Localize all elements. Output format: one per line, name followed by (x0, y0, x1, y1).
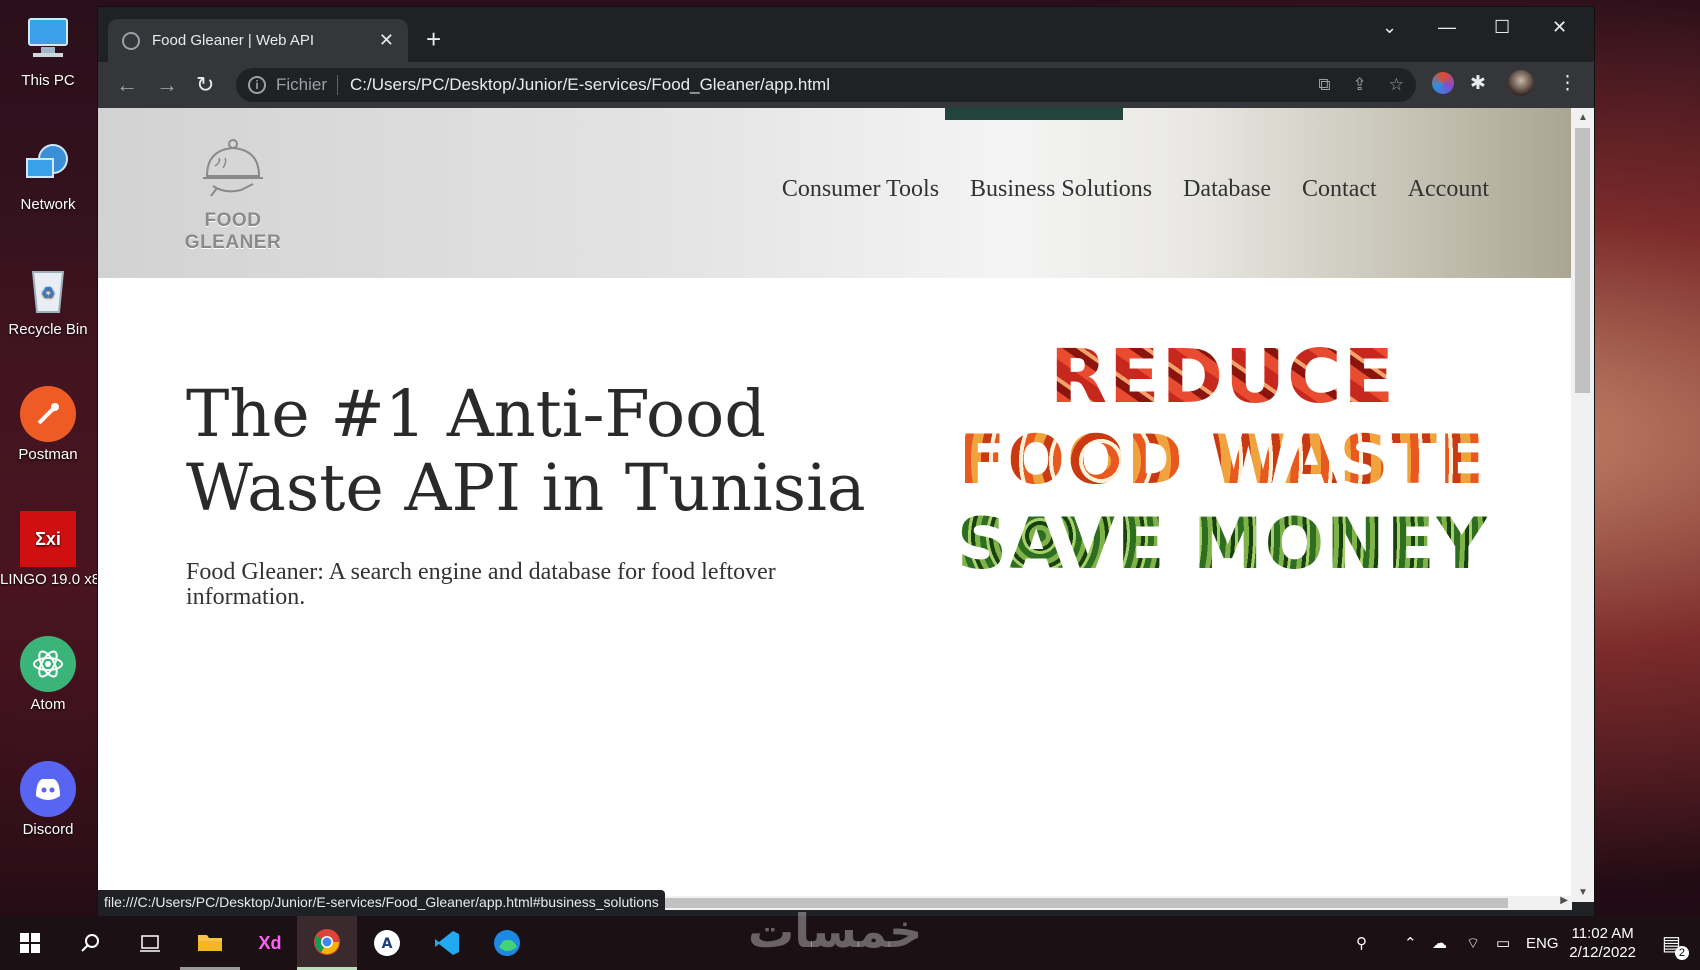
people-icon[interactable]: ⚲ (1356, 916, 1367, 970)
clock-time: 11:02 AM (1571, 925, 1634, 942)
taskbar: Xd A خمسات ⚲ ⌃ ☁ ⌔ ▭ ENG 11:02 AM 2/12/2… (0, 904, 1700, 970)
back-arrow-icon[interactable]: ← (116, 72, 138, 98)
vscode-icon[interactable] (417, 916, 477, 970)
recycle-bin-icon: ♻ (20, 261, 76, 317)
nav-consumer-tools[interactable]: Consumer Tools (782, 176, 939, 203)
bookmark-star-icon[interactable]: ☆ (1389, 75, 1404, 95)
extensions-puzzle-icon[interactable]: ✱ (1470, 72, 1486, 95)
desktop-icon-network[interactable]: Network (0, 136, 96, 213)
search-icon[interactable] (60, 916, 120, 970)
forward-arrow-icon[interactable]: → (156, 72, 178, 98)
desktop-icon-postman[interactable]: Postman (0, 386, 96, 463)
svg-text:♻: ♻ (41, 283, 55, 302)
banner-line-food-waste: FOOD WASTE (918, 418, 1528, 504)
postman-icon (20, 386, 76, 442)
clock[interactable]: 11:02 AM 2/12/2022 (1569, 924, 1636, 962)
cloche-icon (203, 139, 263, 197)
browser-toolbar: ← → ↻ i Fichier C:/Users/PC/Desktop/Juni… (98, 62, 1594, 108)
scroll-right-arrow-icon[interactable]: ▶ (1560, 895, 1568, 906)
scroll-down-arrow-icon[interactable]: ▼ (1578, 887, 1588, 898)
desktop-icon-lingo[interactable]: Σxi LINGO 19.0 x86 (0, 511, 108, 588)
tab-food-gleaner[interactable]: Food Gleaner | Web API ✕ (108, 19, 408, 62)
language-indicator[interactable]: ENG (1526, 916, 1559, 970)
app-icon[interactable]: A (357, 916, 417, 970)
khamsat-watermark: خمسات (748, 904, 923, 958)
translate-icon[interactable]: ⧉ (1318, 75, 1330, 95)
status-bubble: file:///C:/Users/PC/Desktop/Junior/E-ser… (98, 890, 665, 914)
omnibox-separator (337, 75, 339, 95)
lingo-icon: Σxi (20, 511, 76, 567)
close-window-button[interactable]: ✕ (1552, 17, 1567, 38)
tab-close-icon[interactable]: ✕ (379, 30, 394, 51)
tab-strip: Food Gleaner | Web API ✕ + ⌄ — ☐ ✕ (98, 7, 1594, 62)
chrome-icon[interactable] (297, 916, 357, 970)
new-tab-button[interactable]: + (426, 24, 441, 55)
tab-title: Food Gleaner | Web API (152, 32, 315, 49)
nav-business-solutions[interactable]: Business Solutions (970, 176, 1152, 203)
banner-line-save-money: SAVE MONEY (918, 504, 1528, 584)
menu-kebab-icon[interactable]: ⋮ (1558, 72, 1577, 95)
site-info-icon[interactable]: i (248, 76, 266, 94)
start-icon[interactable] (0, 916, 60, 970)
share-icon[interactable]: ⇪ (1353, 75, 1367, 95)
horizontal-scroll-thumb[interactable] (560, 898, 1508, 908)
security-label: Fichier (276, 75, 328, 94)
horizontal-scrollbar[interactable]: ▶ (560, 895, 1572, 910)
scroll-up-arrow-icon[interactable]: ▲ (1578, 112, 1588, 123)
banner-line-reduce: REDUCE (918, 336, 1528, 418)
battery-icon[interactable]: ▭ (1496, 916, 1510, 970)
tray-overflow-chevron-icon[interactable]: ⌃ (1404, 916, 1417, 970)
page-viewport: FOOD GLEANER Consumer Tools Business Sol… (98, 108, 1571, 902)
nav-contact[interactable]: Contact (1302, 176, 1377, 203)
desktop-icon-discord[interactable]: Discord (0, 761, 96, 838)
vertical-scrollbar[interactable]: ▲ ▼ (1571, 108, 1594, 902)
desktop-icon-this-pc[interactable]: This PC (0, 12, 96, 89)
address-bar[interactable]: i Fichier C:/Users/PC/Desktop/Junior/E-s… (236, 68, 1416, 102)
profile-avatar[interactable] (1508, 70, 1534, 102)
reload-icon[interactable]: ↻ (196, 72, 214, 98)
active-nav-indicator (945, 108, 1123, 120)
task-view-icon[interactable] (120, 916, 180, 970)
tab-search-button[interactable]: ⌄ (1382, 17, 1397, 38)
notifications-count-badge: 2 (1674, 945, 1689, 960)
desktop-icon-recycle-bin[interactable]: ♻ Recycle Bin (0, 261, 96, 338)
notifications-icon[interactable]: ▤ 2 (1662, 916, 1689, 970)
desktop-icon-atom[interactable]: Atom (0, 636, 96, 713)
nav-database[interactable]: Database (1183, 176, 1271, 203)
site-header: FOOD GLEANER Consumer Tools Business Sol… (98, 108, 1571, 278)
site-logo[interactable]: FOOD GLEANER (158, 136, 308, 254)
reduce-waste-banner: REDUCE FOOD WASTE SAVE MONEY (918, 336, 1528, 584)
atom-icon (20, 636, 76, 692)
logo-text: FOOD GLEANER (184, 210, 282, 253)
url-text[interactable]: C:/Users/PC/Desktop/Junior/E-services/Fo… (350, 75, 1296, 95)
edge-icon[interactable] (477, 916, 537, 970)
file-explorer-icon[interactable] (180, 916, 240, 970)
svg-text:A: A (382, 936, 393, 952)
hero-subtitle: Food Gleaner: A search engine and databa… (186, 559, 776, 610)
extension-round-icon[interactable] (1432, 72, 1454, 100)
minimize-button[interactable]: — (1438, 17, 1456, 38)
hero-title: The #1 Anti-Food Waste API in Tunisia (186, 377, 866, 526)
computer-icon (20, 12, 76, 68)
wifi-icon[interactable]: ⌔ (1466, 916, 1480, 970)
onedrive-cloud-icon[interactable]: ☁ (1432, 916, 1447, 970)
discord-icon (20, 761, 76, 817)
adobe-xd-icon[interactable]: Xd (240, 916, 300, 970)
network-icon (20, 136, 76, 192)
nav-account[interactable]: Account (1408, 176, 1489, 203)
site-nav: Consumer Tools Business Solutions Databa… (751, 176, 1489, 203)
maximize-button[interactable]: ☐ (1494, 17, 1510, 38)
globe-icon (122, 31, 140, 50)
clock-date: 2/12/2022 (1569, 944, 1636, 961)
vertical-scroll-thumb[interactable] (1575, 128, 1590, 393)
